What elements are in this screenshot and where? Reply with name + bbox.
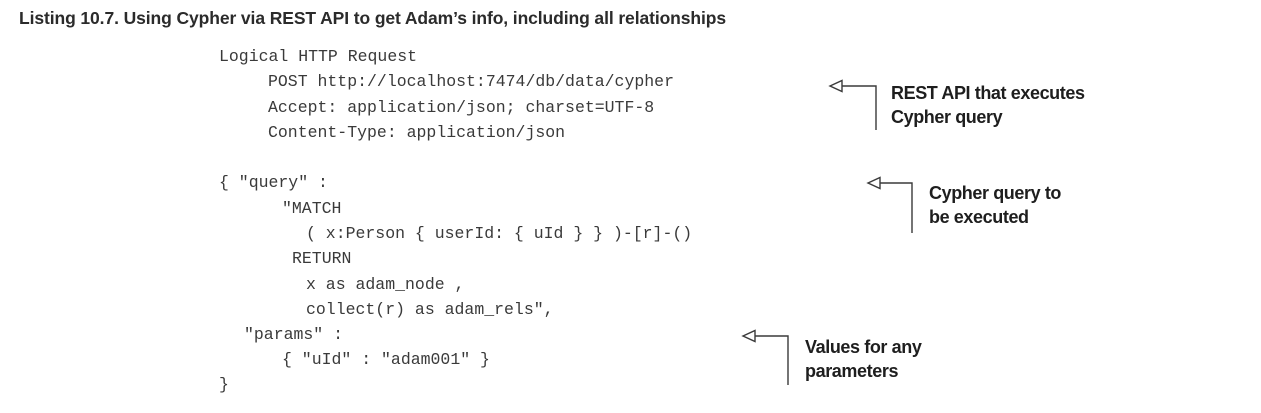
annotation-line: Values for any	[805, 337, 922, 357]
callout-arrow-icon	[828, 79, 877, 130]
annotation-line: Cypher query to	[929, 183, 1062, 203]
annotation-line: parameters	[805, 361, 899, 381]
callout-arrows	[741, 79, 913, 385]
callout-arrow-icon	[866, 176, 913, 233]
annotation-parameters: Values for any parameters	[805, 335, 922, 383]
callout-arrow-icon	[741, 329, 789, 385]
annotation-line: be executed	[929, 207, 1029, 227]
annotation-line: REST API that executes	[891, 83, 1085, 103]
annotation-rest-api: REST API that executes Cypher query	[891, 81, 1085, 129]
annotation-cypher-query: Cypher query to be executed	[929, 181, 1061, 229]
annotation-line: Cypher query	[891, 107, 1003, 127]
